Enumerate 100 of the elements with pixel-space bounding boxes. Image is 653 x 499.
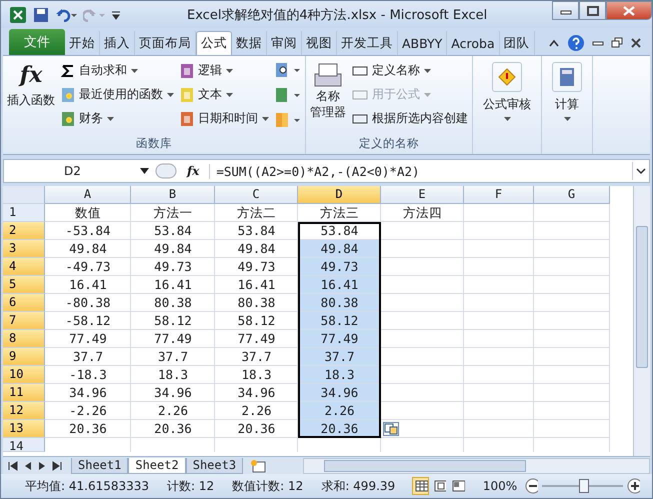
group-label: 函数库: [135, 136, 173, 152]
name-manager-button[interactable]: 名称 管理器: [310, 58, 346, 136]
calculation-button[interactable]: 计算: [552, 58, 582, 121]
calculator-icon: [552, 62, 582, 92]
table-cell-text: 37.7: [240, 348, 273, 365]
table-cell-text: 2.26: [240, 402, 273, 419]
table-cell: 34.96: [298, 384, 381, 401]
undo-icon[interactable]: [55, 8, 77, 22]
save-icon[interactable]: [33, 6, 49, 22]
scroll-thumb[interactable]: [636, 226, 648, 368]
table-cell: 20.36: [298, 420, 381, 437]
table-cell-text: 20.36: [236, 420, 276, 437]
sheet-tab[interactable]: Sheet2: [128, 458, 186, 474]
previous-sheet-icon[interactable]: [23, 460, 33, 470]
sheet-tab[interactable]: Sheet3: [186, 458, 244, 474]
function-menu-button[interactable]: 逻辑: [180, 62, 269, 79]
row-header[interactable]: 12: [3, 402, 45, 420]
restore-icon[interactable]: [611, 37, 623, 49]
table-cell-text: 37.7: [156, 348, 190, 365]
help-icon[interactable]: [567, 34, 585, 52]
table-cell-text: -2.26: [68, 402, 108, 419]
row-header[interactable]: 8: [3, 330, 45, 348]
file-tab[interactable]: 文件: [9, 29, 65, 55]
insert-function-icon[interactable]: fx: [183, 164, 204, 178]
column-header[interactable]: B: [131, 186, 215, 204]
table-cell-text: 49.73: [153, 258, 193, 275]
normal-view-icon[interactable]: [413, 478, 428, 494]
column-header[interactable]: E: [381, 186, 464, 204]
first-sheet-icon[interactable]: [7, 460, 19, 470]
redo-icon: [83, 8, 105, 22]
minimize-button[interactable]: [552, 1, 579, 20]
collapse-ribbon-icon[interactable]: [548, 38, 560, 48]
dropdown-arrow-icon: [226, 68, 233, 72]
table-cell-text: 方法四: [402, 204, 443, 221]
table-cell-text: 方法二: [236, 204, 277, 221]
paste-options-icon[interactable]: [383, 422, 399, 436]
row-header[interactable]: 2: [3, 222, 45, 240]
horizontal-scrollbar[interactable]: [303, 458, 650, 474]
row-header[interactable]: 1: [3, 204, 45, 222]
zoom-out-icon[interactable]: [525, 478, 538, 494]
insert-function-button[interactable]: fx 插入函数: [7, 58, 55, 136]
splitter-handle-icon[interactable]: [155, 162, 177, 180]
table-cell-text: 77.49: [153, 330, 193, 347]
table-cell-text: 18.3: [156, 366, 190, 383]
table-cell-text: 数值: [74, 204, 102, 221]
row-header[interactable]: 10: [3, 366, 45, 384]
next-sheet-icon[interactable]: [37, 460, 47, 470]
zoom-slider-thumb[interactable]: [578, 479, 589, 493]
table-cell-text: 20.36: [153, 420, 193, 437]
last-sheet-icon[interactable]: [51, 460, 63, 470]
page-break-icon[interactable]: [450, 478, 465, 494]
column-header[interactable]: A: [45, 186, 131, 204]
name-box[interactable]: D2: [4, 164, 134, 178]
row-header[interactable]: 5: [3, 276, 45, 294]
scroll-thumb[interactable]: [324, 460, 526, 472]
column-header[interactable]: F: [464, 186, 534, 204]
function-menu-button[interactable]: 财务: [61, 110, 174, 127]
function-menu-button[interactable]: 日期和时间: [180, 110, 269, 127]
formula-auditing-button[interactable]: 公式审核: [483, 58, 531, 121]
dropdown-arrow-icon: [167, 92, 174, 96]
status-text: 数值计数: 12: [232, 478, 304, 494]
column-header[interactable]: G: [534, 186, 610, 204]
minimize-icon[interactable]: [592, 39, 604, 47]
row-header[interactable]: 13: [3, 420, 45, 438]
row-header[interactable]: 9: [3, 348, 45, 366]
table-cell-text: 34.96: [236, 384, 276, 401]
card-file-icon: [313, 62, 343, 88]
function-menu-button[interactable]: 自动求和: [61, 62, 174, 79]
close-button[interactable]: [606, 1, 652, 20]
row-header[interactable]: 11: [3, 384, 45, 402]
row-header[interactable]: 3: [3, 240, 45, 258]
formula-field[interactable]: =SUM((A2>=0)*A2,-(A2<0)*A2): [209, 164, 626, 178]
zoom-level[interactable]: 100%: [482, 479, 518, 493]
name-menu-button[interactable]: 根据所选内容创建: [352, 110, 468, 127]
dropdown-arrow-icon: [564, 117, 570, 121]
row-header[interactable]: 14: [3, 438, 45, 452]
new-sheet-icon[interactable]: [249, 458, 268, 472]
close-icon[interactable]: [630, 37, 642, 49]
column-header[interactable]: C: [215, 186, 298, 204]
table-cell-text: 2.26: [156, 402, 190, 419]
sheet-tab[interactable]: Sheet1: [71, 458, 128, 474]
row-header[interactable]: 6: [3, 294, 45, 312]
table-cell-text: 49.84: [153, 240, 193, 257]
dropdown-arrow-icon[interactable]: [140, 168, 149, 174]
ribbon-tab[interactable]: 公式: [196, 31, 232, 55]
name-menu-button[interactable]: 定义名称: [352, 62, 468, 79]
column-header[interactable]: D: [298, 186, 381, 204]
table-cell: 49.84: [298, 240, 381, 257]
function-menu-button[interactable]: 文本: [180, 86, 269, 103]
table-cell-text: -53.84: [64, 222, 112, 239]
page-layout-icon[interactable]: [432, 478, 446, 494]
window-title: Excel求解绝对值的4种方法.xlsx - Microsoft Excel: [187, 6, 488, 24]
row-header[interactable]: 7: [3, 312, 45, 330]
table-cell-text: 49.84: [236, 240, 276, 257]
dropdown-arrow-icon: [424, 92, 431, 96]
maximize-button[interactable]: [579, 1, 606, 20]
function-menu-button[interactable]: 最近使用的函数: [61, 86, 174, 103]
row-header[interactable]: 4: [3, 258, 45, 276]
vertical-scrollbar[interactable]: [633, 186, 650, 456]
zoom-in-icon[interactable]: [627, 478, 640, 494]
